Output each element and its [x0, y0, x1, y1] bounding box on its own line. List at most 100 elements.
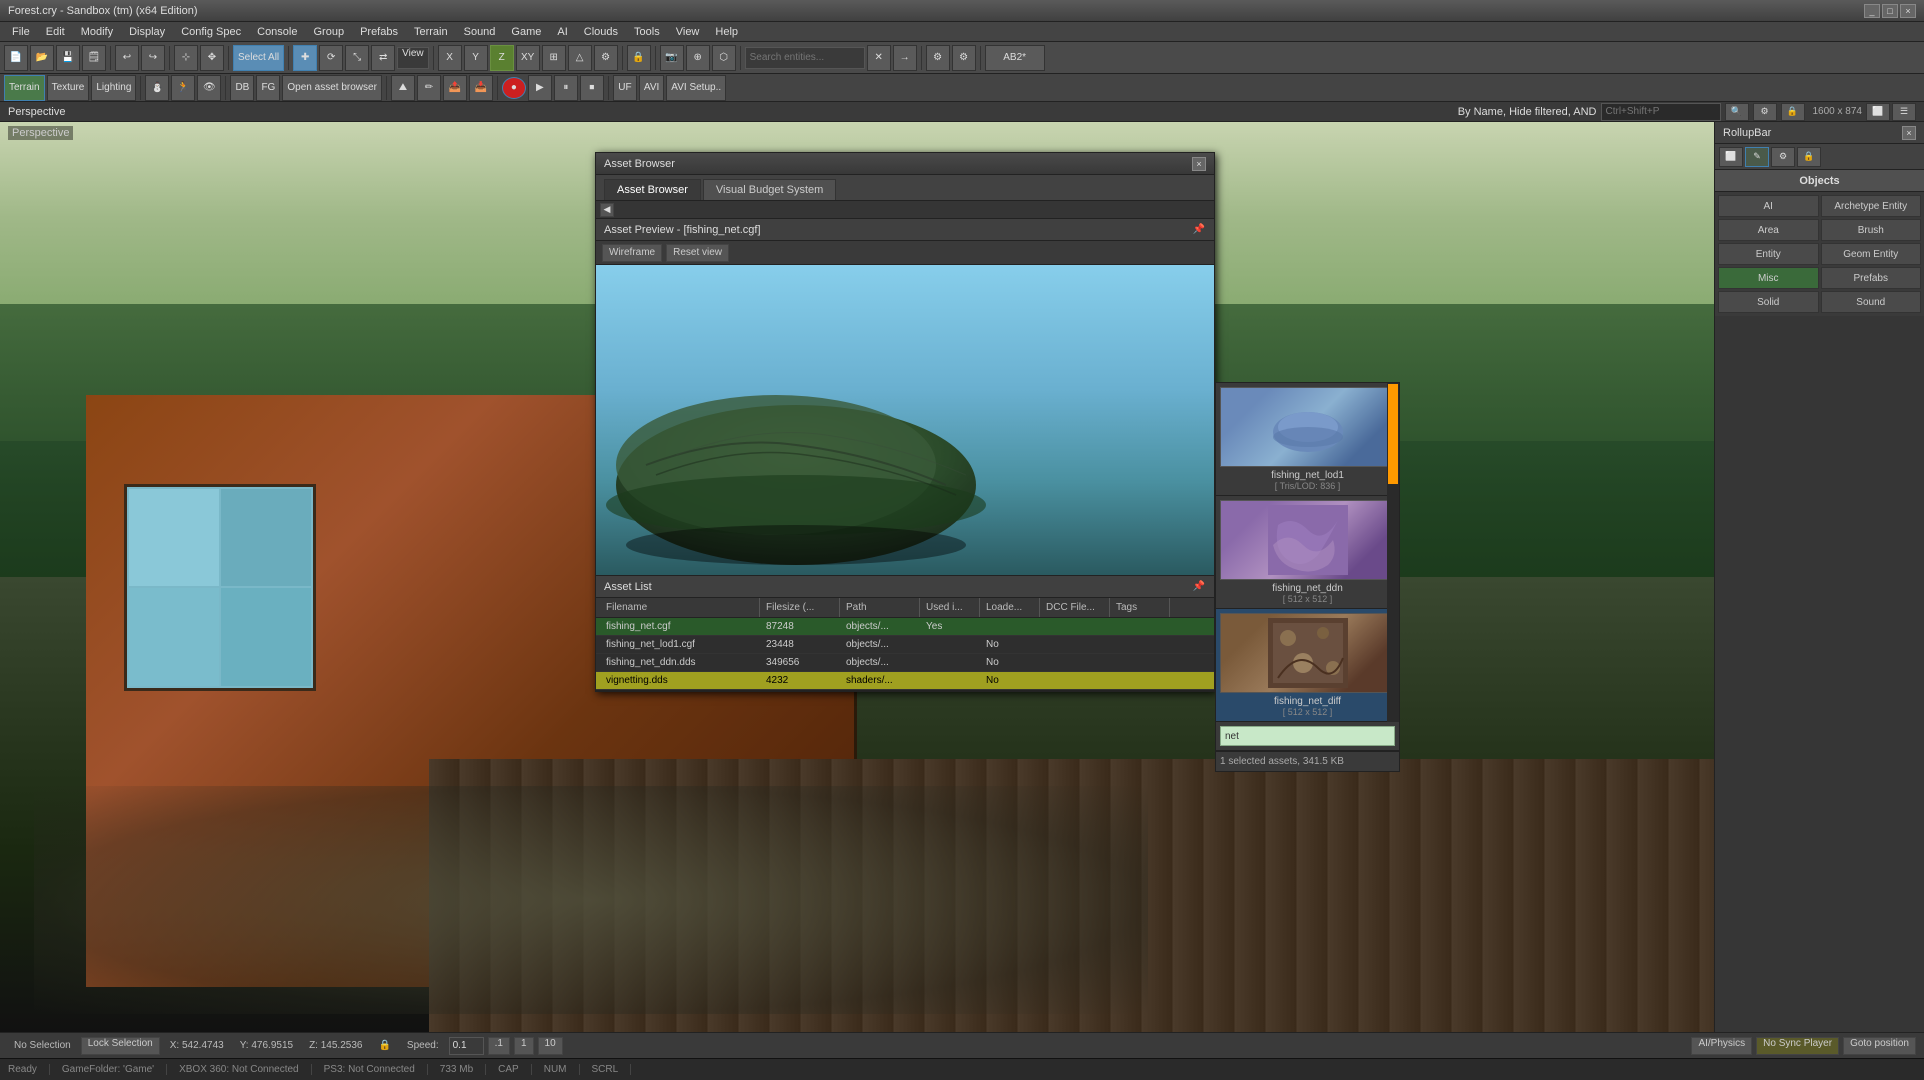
obj-btn-prefabs[interactable]: Prefabs — [1821, 267, 1922, 289]
y-axis-btn[interactable]: Y — [464, 45, 488, 71]
open-btn[interactable]: 📂 — [30, 45, 54, 71]
col-filename[interactable]: Filename — [600, 598, 760, 617]
save-btn[interactable]: 💾 — [56, 45, 80, 71]
obj-btn-brush[interactable]: Brush — [1821, 219, 1922, 241]
table-row[interactable]: vignetting.dds 4232 shaders/... No — [596, 672, 1214, 690]
menu-prefabs[interactable]: Prefabs — [352, 24, 406, 40]
viewport-settings-btn[interactable]: ⚙ — [1753, 103, 1777, 121]
tab-asset-browser[interactable]: Asset Browser — [604, 179, 701, 200]
physics-btn[interactable]: ⚙ — [926, 45, 950, 71]
avi-btn[interactable]: AVI — [639, 75, 664, 101]
save-as-btn[interactable]: 🗒 — [82, 45, 106, 71]
layers-btn[interactable]: ⊕ — [686, 45, 710, 71]
stop-btn[interactable]: ⏹ — [580, 75, 604, 101]
tab-visual-budget[interactable]: Visual Budget System — [703, 179, 836, 200]
terrain-btn[interactable]: Terrain — [4, 75, 45, 101]
speed-opt-2[interactable]: 1 — [514, 1037, 534, 1055]
asset-browser-close-btn[interactable]: × — [1192, 157, 1206, 171]
menu-config-spec[interactable]: Config Spec — [173, 24, 249, 40]
t3-btn[interactable]: 👁 — [197, 75, 221, 101]
rotate-btn[interactable]: ⟳ — [319, 45, 343, 71]
fg-btn[interactable]: FG — [256, 75, 280, 101]
obj-btn-entity[interactable]: Entity — [1718, 243, 1819, 265]
texture-btn[interactable]: Texture — [47, 75, 90, 101]
settings-btn[interactable]: ⚙ — [594, 45, 618, 71]
view-select[interactable]: View — [397, 47, 429, 69]
col-path[interactable]: Path — [840, 598, 920, 617]
viewport-menu-btn[interactable]: ☰ — [1892, 103, 1916, 121]
obj-toolbar-btn1[interactable]: ⬜ — [1719, 147, 1743, 167]
col-used[interactable]: Used i... — [920, 598, 980, 617]
viewport-search-btn[interactable]: 🔍 — [1725, 103, 1749, 121]
menu-console[interactable]: Console — [249, 24, 305, 40]
thumb-scrollbar[interactable] — [1387, 383, 1399, 722]
t1-btn[interactable]: ⛄ — [145, 75, 169, 101]
menu-sound[interactable]: Sound — [456, 24, 504, 40]
lock-btn[interactable]: 🔒 — [627, 45, 651, 71]
menu-clouds[interactable]: Clouds — [576, 24, 626, 40]
mirror-btn[interactable]: ⇄ — [371, 45, 395, 71]
menu-modify[interactable]: Modify — [73, 24, 121, 40]
search-entities-input[interactable] — [745, 47, 865, 69]
scale-btn[interactable]: ⤡ — [345, 45, 369, 71]
db-btn[interactable]: DB — [230, 75, 254, 101]
terrain-paint-btn[interactable]: ⛰ — [391, 75, 415, 101]
speed-opt-3[interactable]: 10 — [538, 1037, 563, 1055]
uf-btn[interactable]: UF — [613, 75, 637, 101]
move-btn[interactable]: ✥ — [200, 45, 224, 71]
table-row[interactable]: fishing_net.cgf 87248 objects/... Yes — [596, 618, 1214, 636]
speed-opt-1[interactable]: .1 — [488, 1037, 510, 1055]
open-asset-browser-btn[interactable]: Open asset browser — [282, 75, 382, 101]
reset-view-btn[interactable]: Reset view — [666, 244, 729, 262]
thumb-search-input[interactable] — [1220, 726, 1395, 746]
menu-ai[interactable]: AI — [549, 24, 575, 40]
goto-position-btn[interactable]: Goto position — [1843, 1037, 1916, 1055]
lock-selection-btn[interactable]: Lock Selection — [81, 1037, 160, 1055]
obj-btn-sound[interactable]: Sound — [1821, 291, 1922, 313]
viewport-lock-btn[interactable]: 🔒 — [1781, 103, 1805, 121]
col-dcc[interactable]: DCC File... — [1040, 598, 1110, 617]
obj-toolbar-btn2[interactable]: ✎ — [1745, 147, 1769, 167]
list-item[interactable]: fishing_net_ddn [ 512 x 512 ] — [1216, 496, 1399, 609]
path-back-btn[interactable]: ◀ — [600, 203, 614, 217]
play-btn[interactable]: ▶ — [528, 75, 552, 101]
table-row[interactable]: fishing_net_lod1.cgf 23448 objects/... N… — [596, 636, 1214, 654]
obj-btn-ai[interactable]: AI — [1718, 195, 1819, 217]
terrain-edit-btn[interactable]: ✏ — [417, 75, 441, 101]
menu-view[interactable]: View — [668, 24, 708, 40]
obj-btn-archetype[interactable]: Archetype Entity — [1821, 195, 1922, 217]
viewport[interactable]: Perspective Asset Browser × Asset Browse… — [0, 122, 1714, 1032]
menu-group[interactable]: Group — [305, 24, 352, 40]
new-btn[interactable]: 📄 — [4, 45, 28, 71]
col-loaded[interactable]: Loade... — [980, 598, 1040, 617]
preview-viewport[interactable] — [596, 265, 1214, 575]
cam-btn[interactable]: 📷 — [660, 45, 684, 71]
select-all-btn[interactable]: Select All — [233, 45, 284, 71]
z-axis-btn[interactable]: Z — [490, 45, 514, 71]
record-btn[interactable]: ● — [502, 77, 526, 99]
wireframe-btn[interactable]: Wireframe — [602, 244, 662, 262]
viewport-search-input[interactable] — [1601, 103, 1721, 121]
obj-btn-geom-entity[interactable]: Geom Entity — [1821, 243, 1922, 265]
minimize-btn[interactable]: _ — [1864, 4, 1880, 18]
menu-help[interactable]: Help — [707, 24, 746, 40]
viewport-maximize-btn[interactable]: ⬜ — [1866, 103, 1890, 121]
menu-tools[interactable]: Tools — [626, 24, 668, 40]
snap-btn[interactable]: △ — [568, 45, 592, 71]
terrain-import-btn[interactable]: 📥 — [469, 75, 493, 101]
menu-game[interactable]: Game — [503, 24, 549, 40]
redo-btn[interactable]: ↪ — [141, 45, 165, 71]
search-clear-btn[interactable]: ✕ — [867, 45, 891, 71]
obj-btn-area[interactable]: Area — [1718, 219, 1819, 241]
create-entity-btn[interactable]: ✚ — [293, 45, 317, 71]
no-sync-btn[interactable]: No Sync Player — [1756, 1037, 1839, 1055]
undo-btn[interactable]: ↩ — [115, 45, 139, 71]
physics2-btn[interactable]: ⚙ — [952, 45, 976, 71]
ai-physics-btn[interactable]: AI/Physics — [1691, 1037, 1752, 1055]
col-tags[interactable]: Tags — [1110, 598, 1170, 617]
xy-btn[interactable]: XY — [516, 45, 540, 71]
asset-preview-pin-btn[interactable]: 📌 — [1192, 223, 1206, 237]
t2-btn[interactable]: 🏃 — [171, 75, 195, 101]
terrain-export-btn[interactable]: 📤 — [443, 75, 467, 101]
x-axis-btn[interactable]: X — [438, 45, 462, 71]
